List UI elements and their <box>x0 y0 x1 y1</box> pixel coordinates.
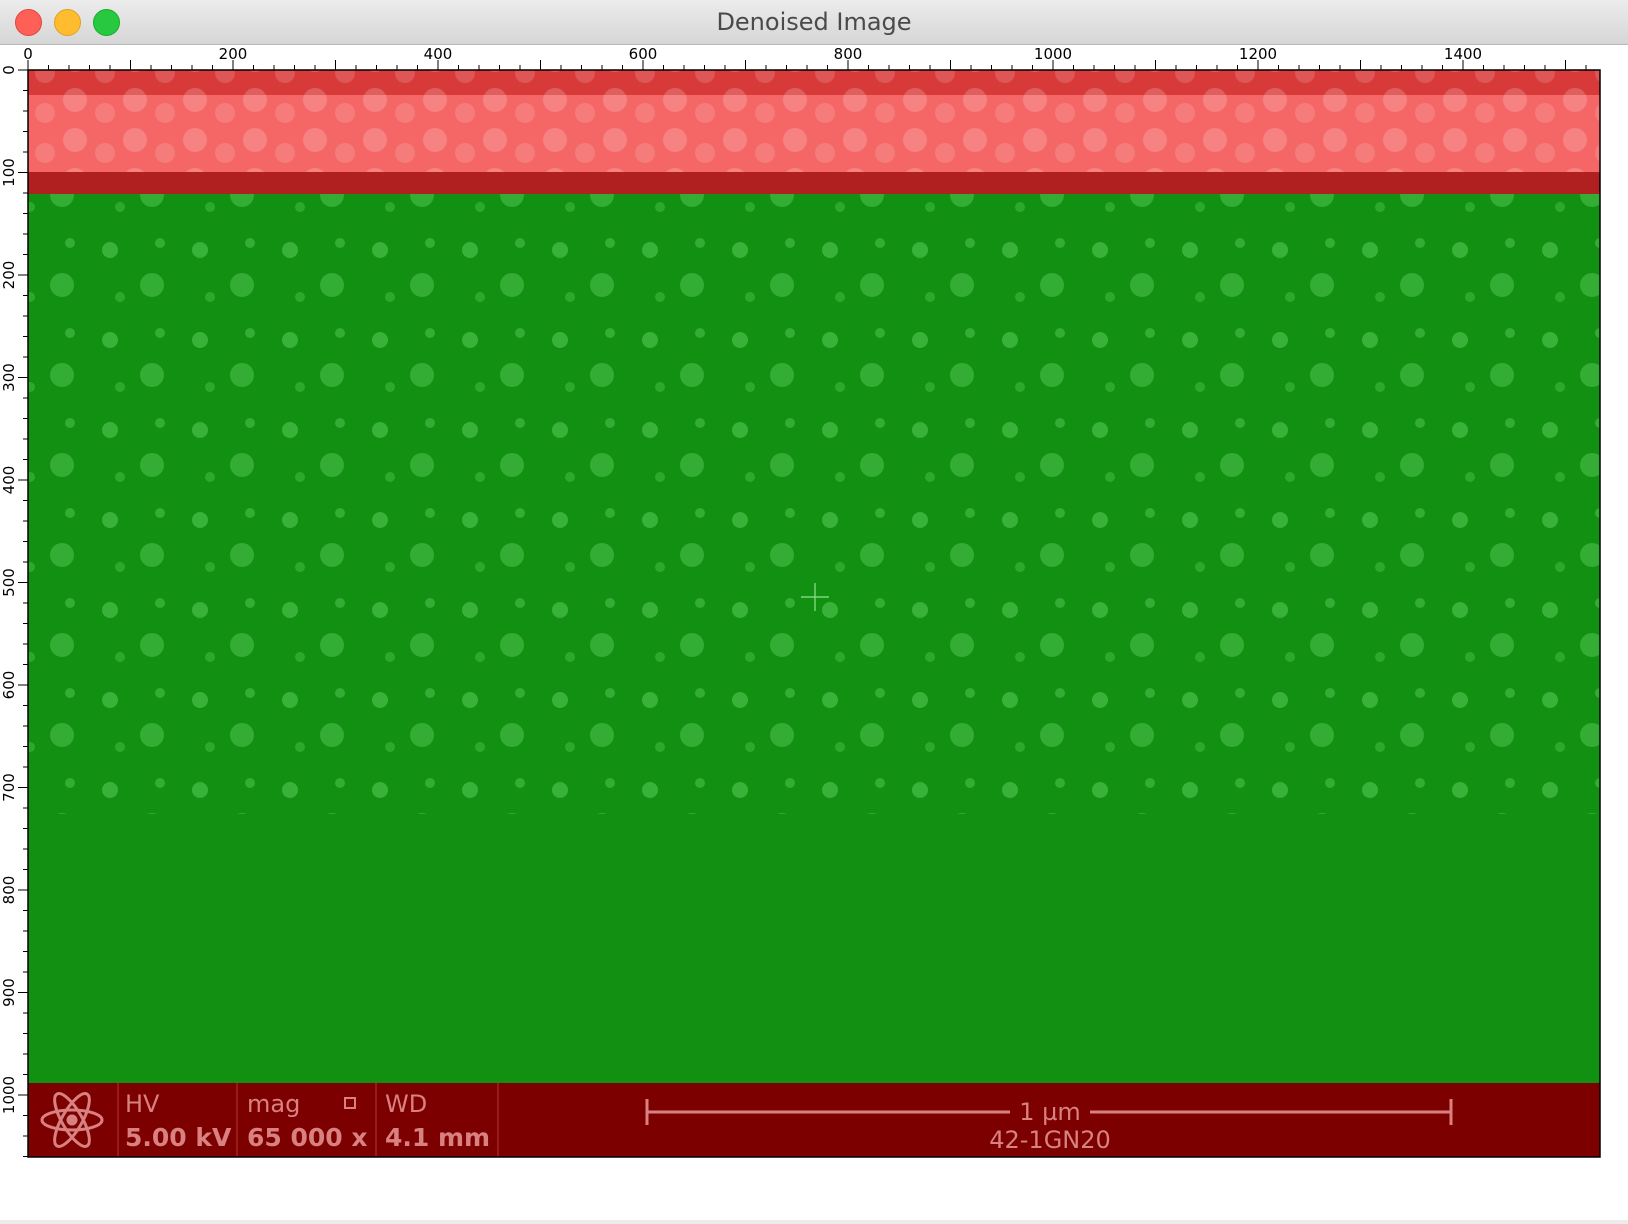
image-window: Denoised Image 0 200 400 600 800 1000 1200 1400 <box>0 0 1628 1220</box>
y-tick-label: 500 <box>0 568 18 597</box>
y-tick-label: 300 <box>0 363 18 392</box>
mag-label: mag <box>247 1090 300 1118</box>
wd-value: 4.1 mm <box>385 1123 490 1152</box>
x-tick-label: 800 <box>834 45 863 63</box>
y-tick-label: 0 <box>0 65 18 75</box>
sample-id: 42-1GN20 <box>989 1126 1111 1154</box>
x-tick-label: 1000 <box>1034 45 1072 63</box>
y-tick-label: 900 <box>0 978 18 1007</box>
image-canvas[interactable]: 0 200 400 600 800 1000 1200 1400 0 100 200 300 400 5… <box>0 45 1628 1220</box>
x-tick-label: 200 <box>219 45 248 63</box>
y-tick-label: 200 <box>0 261 18 290</box>
hv-value: 5.00 kV <box>125 1123 232 1152</box>
window-title: Denoised Image <box>716 8 912 36</box>
y-tick-label: 600 <box>0 671 18 700</box>
scale-label: 1 µm <box>1019 1098 1081 1126</box>
y-tick-label: 700 <box>0 773 18 802</box>
x-tick-label: 1200 <box>1239 45 1277 63</box>
y-tick-label: 400 <box>0 466 18 495</box>
image-viewer[interactable]: 0 200 400 600 800 1000 1200 1400 0 100 200 300 400 5… <box>0 45 1628 1220</box>
vertical-ruler <box>0 70 28 1220</box>
x-tick-label: 400 <box>424 45 453 63</box>
mag-value: 65 000 x <box>247 1123 368 1152</box>
bottom-layer-grains <box>28 194 1600 814</box>
top-layer-edge <box>28 172 1600 194</box>
x-tick-label: 0 <box>23 45 33 63</box>
y-tick-label: 1000 <box>0 1076 18 1114</box>
y-tick-label: 100 <box>0 158 18 187</box>
segmented-image[interactable]: HV 5.00 kV mag 65 000 x WD 4.1 mm 1 µm 4… <box>28 70 1600 1157</box>
x-tick-label: 600 <box>629 45 658 63</box>
title-bar[interactable]: Denoised Image <box>0 0 1628 45</box>
x-tick-label: 1400 <box>1444 45 1482 63</box>
y-tick-label: 800 <box>0 876 18 905</box>
wd-label: WD <box>385 1090 427 1118</box>
hv-label: HV <box>125 1090 160 1118</box>
